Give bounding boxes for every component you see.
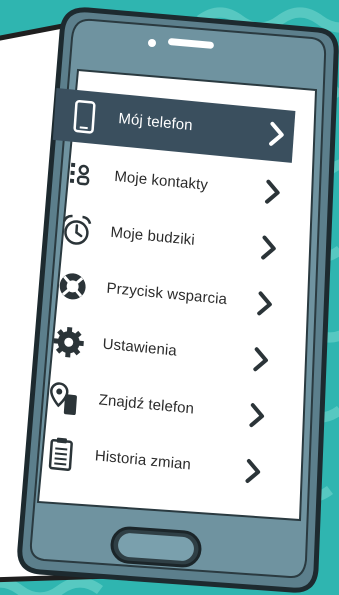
chevron-right-icon xyxy=(253,347,268,372)
phone-device: Mój telefon Moje kontakty Moje budziki P… xyxy=(0,0,339,595)
alarm-clock-icon xyxy=(63,214,92,245)
chevron-right-icon xyxy=(257,291,272,316)
menu-item-label: Moje kontakty xyxy=(113,167,209,194)
settings-gear-icon xyxy=(53,327,84,358)
chevron-right-icon xyxy=(269,121,284,146)
chevron-right-icon xyxy=(249,403,265,428)
menu-item-label: Moje budziki xyxy=(109,223,196,249)
menu-item-label: Znajdź telefon xyxy=(98,391,195,418)
menu-item-label: Ustawienia xyxy=(102,335,178,360)
chevron-right-icon xyxy=(261,235,276,260)
support-button-icon xyxy=(59,273,86,300)
phone-icon xyxy=(73,99,96,134)
find-phone-icon xyxy=(50,382,77,416)
menu-item-label: Historia zmian xyxy=(94,447,192,474)
camera-icon xyxy=(148,39,156,47)
history-clipboard-icon xyxy=(48,437,73,471)
menu-item-label: Mój telefon xyxy=(117,110,194,135)
chevron-right-icon xyxy=(265,179,280,204)
menu-item-label: Przycisk wsparcia xyxy=(106,279,228,309)
contacts-icon xyxy=(69,162,90,186)
menu-screen: Mój telefon Moje kontakty Moje budziki P… xyxy=(28,80,296,522)
chevron-right-icon xyxy=(245,459,261,483)
